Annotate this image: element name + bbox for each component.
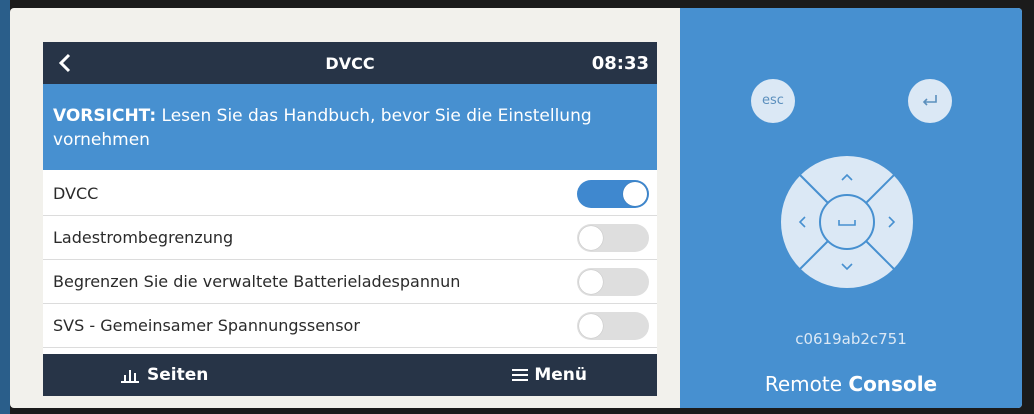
- pages-label: Seiten: [147, 365, 209, 385]
- menu-label: Menü: [534, 365, 587, 385]
- pages-button[interactable]: Seiten: [121, 354, 208, 396]
- warning-label: VORSICHT:: [53, 106, 157, 126]
- brand-regular: Remote: [764, 372, 843, 396]
- background-edge: [0, 0, 10, 414]
- gx-screen: DVCC 08:33 VORSICHT: Lesen Sie das Handb…: [43, 42, 657, 396]
- warning-banner: VORSICHT: Lesen Sie das Handbuch, bevor …: [43, 84, 657, 170]
- esc-button[interactable]: esc: [751, 79, 795, 123]
- device-frame: DVCC 08:33 VORSICHT: Lesen Sie das Handb…: [10, 8, 1022, 408]
- toggle-knob: [579, 226, 603, 250]
- setting-label: Ladestrombegrenzung: [53, 228, 234, 247]
- brand-bold: Console: [848, 372, 938, 396]
- remote-console-panel: esc c0619ab2c751 Remote Console: [680, 8, 1022, 408]
- setting-label: DVCC: [53, 184, 99, 203]
- enter-return-icon: [922, 95, 937, 106]
- setting-label: SVS - Gemeinsamer Spannungssensor: [53, 316, 360, 335]
- top-bar: DVCC 08:33: [43, 42, 657, 84]
- brand-title: Remote Console: [680, 372, 1022, 396]
- clock: 08:33: [591, 53, 649, 74]
- bottom-bar: Seiten Menü: [43, 354, 657, 396]
- page-title: DVCC: [325, 54, 375, 73]
- menu-button[interactable]: Menü: [512, 354, 587, 396]
- hamburger-icon: [512, 369, 529, 381]
- dvcc-toggle[interactable]: [577, 180, 649, 208]
- settings-list: DVCC Ladestrombegrenzung Begrenzen Sie d…: [43, 172, 657, 348]
- direction-pad: [781, 156, 913, 288]
- setting-row-charge-current-limit[interactable]: Ladestrombegrenzung: [43, 216, 657, 260]
- toggle-knob: [579, 270, 603, 294]
- setting-row-shared-voltage-sense[interactable]: SVS - Gemeinsamer Spannungssensor: [43, 304, 657, 348]
- charge-current-limit-toggle[interactable]: [577, 224, 649, 252]
- setting-label: Begrenzen Sie die verwaltete Batterielad…: [53, 272, 461, 291]
- device-id: c0619ab2c751: [795, 330, 907, 348]
- bar-chart-icon: [121, 367, 139, 383]
- toggle-knob: [623, 182, 647, 206]
- shared-voltage-sense-toggle[interactable]: [577, 312, 649, 340]
- setting-row-dvcc[interactable]: DVCC: [43, 172, 657, 216]
- space-button[interactable]: [819, 194, 875, 250]
- limit-charge-voltage-toggle[interactable]: [577, 268, 649, 296]
- setting-row-limit-charge-voltage[interactable]: Begrenzen Sie die verwaltete Batterielad…: [43, 260, 657, 304]
- enter-button[interactable]: [908, 79, 952, 123]
- toggle-knob: [579, 314, 603, 338]
